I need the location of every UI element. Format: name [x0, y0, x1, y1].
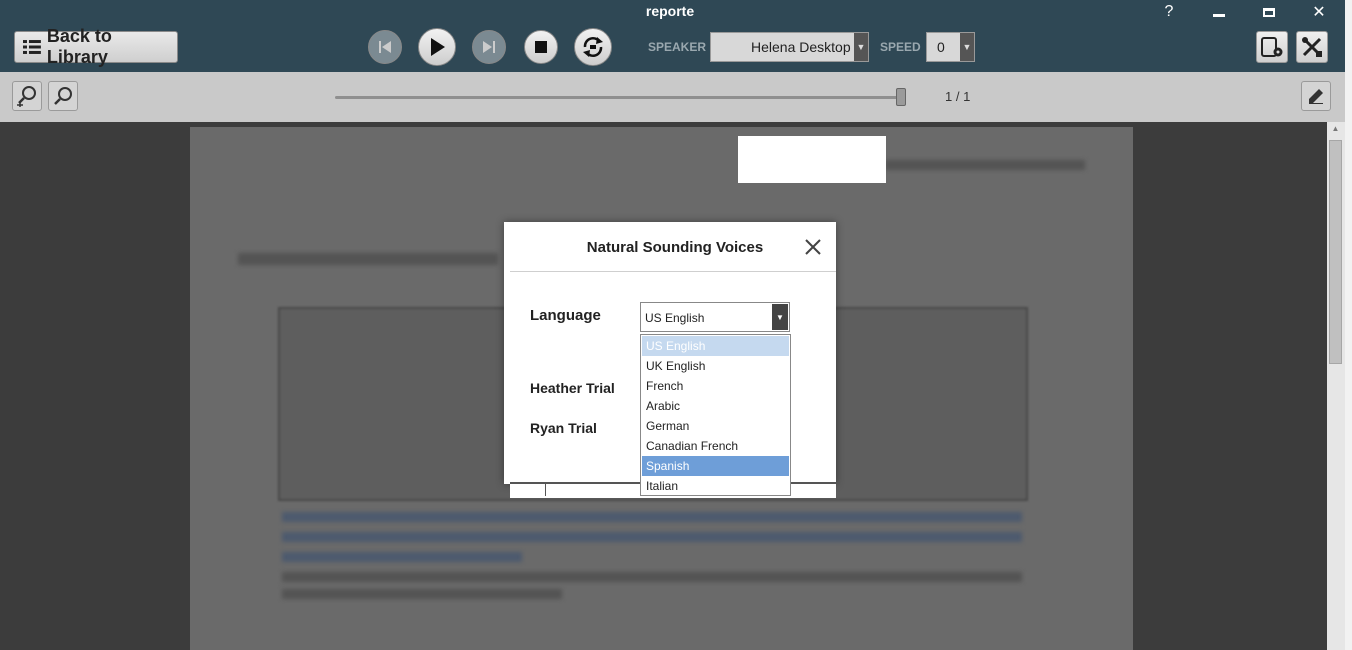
- next-button[interactable]: [472, 30, 506, 64]
- device-settings-button[interactable]: [1256, 31, 1288, 63]
- dialog-close-button[interactable]: [800, 234, 826, 260]
- blurred-text: [885, 160, 1085, 170]
- chevron-down-icon: ▼: [960, 33, 974, 61]
- language-option[interactable]: UK English: [642, 356, 789, 376]
- tools-button[interactable]: [1296, 31, 1328, 63]
- device-settings-icon: [1261, 37, 1283, 57]
- maximize-button[interactable]: [1246, 0, 1292, 24]
- speaker-label: SPEAKER: [648, 40, 707, 54]
- language-option[interactable]: Arabic: [642, 396, 789, 416]
- repeat-icon: [583, 37, 603, 57]
- page-counter: 1 / 1: [945, 89, 971, 104]
- chevron-down-icon: ▼: [854, 33, 868, 61]
- language-option[interactable]: Italian: [642, 476, 789, 496]
- blurred-link-text: [282, 552, 522, 562]
- list-icon: [23, 40, 41, 54]
- redacted-box: [738, 136, 886, 183]
- tools-icon: [1302, 37, 1322, 57]
- language-option[interactable]: German: [642, 416, 789, 436]
- play-icon: [431, 38, 445, 56]
- edit-button[interactable]: [1301, 81, 1331, 111]
- voice-ryan-trial[interactable]: Ryan Trial: [530, 420, 597, 436]
- repeat-button[interactable]: [574, 28, 612, 66]
- scroll-up-arrow-icon[interactable]: ▲: [1329, 124, 1342, 136]
- stop-icon: [535, 41, 547, 53]
- dialog-title: Natural Sounding Voices: [586, 239, 764, 256]
- speed-select[interactable]: 0 ▼: [926, 32, 975, 62]
- zoom-out-icon: [54, 87, 72, 105]
- minimize-icon: [1213, 13, 1225, 17]
- zoom-in-button[interactable]: [12, 81, 42, 111]
- blurred-text: [238, 253, 498, 265]
- pencil-icon: [1309, 89, 1323, 104]
- speed-value: 0: [937, 39, 945, 55]
- speaker-value: Helena Desktop: [751, 39, 851, 55]
- minimize-button[interactable]: [1196, 0, 1242, 24]
- close-window-button[interactable]: ✕: [1296, 0, 1342, 24]
- language-option[interactable]: Spanish: [642, 456, 789, 476]
- progress-slider-track[interactable]: [335, 96, 905, 99]
- language-option[interactable]: US English: [642, 336, 789, 356]
- blurred-link-text: [282, 532, 1022, 542]
- progress-slider-thumb[interactable]: [896, 88, 906, 106]
- language-option[interactable]: Canadian French: [642, 436, 789, 456]
- language-select[interactable]: US English: [640, 302, 790, 332]
- back-to-library-label: Back to Library: [46, 26, 112, 67]
- language-dropdown-list: US English UK English French Arabic Germ…: [640, 334, 791, 496]
- voice-heather-trial[interactable]: Heather Trial: [530, 380, 615, 396]
- back-to-library-button[interactable]: Back to Library: [14, 26, 178, 67]
- help-button[interactable]: ?: [1146, 0, 1192, 24]
- blurred-link-text: [282, 512, 1022, 522]
- previous-button[interactable]: [368, 30, 402, 64]
- window-title: reporte: [645, 3, 695, 19]
- zoom-out-button[interactable]: [48, 81, 78, 111]
- dialog-divider: [510, 271, 836, 272]
- maximize-icon: [1263, 7, 1275, 17]
- skip-forward-icon: [483, 41, 495, 53]
- play-button[interactable]: [418, 28, 456, 66]
- language-option[interactable]: French: [642, 376, 789, 396]
- scrollbar-thumb[interactable]: [1329, 140, 1342, 364]
- zoom-in-icon: [17, 86, 36, 107]
- skip-back-icon: [379, 41, 391, 53]
- blurred-text: [282, 572, 1022, 582]
- speaker-select[interactable]: Helena Desktop ▼: [710, 32, 869, 62]
- close-icon: [805, 239, 821, 255]
- stop-button[interactable]: [524, 30, 558, 64]
- blurred-text: [282, 589, 562, 599]
- chevron-down-icon[interactable]: ▼: [772, 304, 788, 330]
- language-label: Language: [530, 307, 601, 324]
- speed-label: SPEED: [880, 40, 921, 54]
- window-edge: [1345, 0, 1352, 650]
